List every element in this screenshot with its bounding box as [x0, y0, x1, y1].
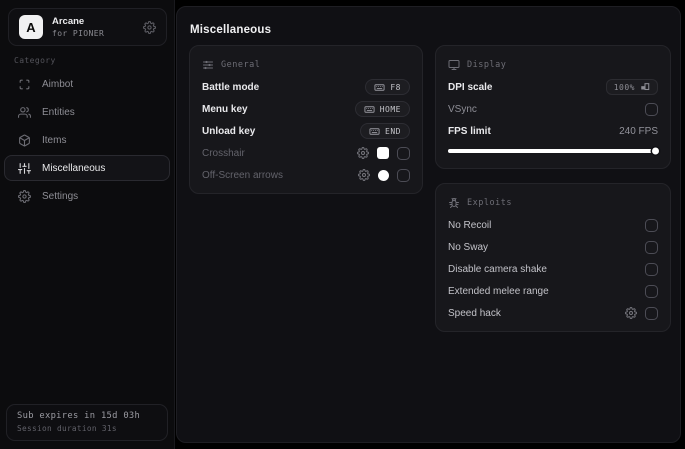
sidebar-item-settings[interactable]: Settings [4, 183, 170, 209]
column-right: Display DPI scale 100% VSync FPS limit 2… [435, 45, 671, 346]
gear-icon[interactable] [358, 169, 370, 181]
row-label: FPS limit [448, 125, 491, 137]
session-duration-text: Session duration 31s [17, 424, 117, 433]
unload-key-keybind[interactable]: END [360, 123, 410, 139]
sidebar-item-items[interactable]: Items [4, 127, 170, 153]
gear-icon[interactable] [357, 147, 369, 159]
row-label: Unload key [202, 125, 256, 137]
row-label: No Sway [448, 241, 489, 253]
row-menu-key: Menu key HOME [190, 98, 422, 120]
app-name: Arcane [52, 16, 85, 28]
crosshair-checkbox[interactable] [397, 146, 410, 160]
row-label: Menu key [202, 103, 248, 115]
slider-knob[interactable] [652, 147, 659, 155]
row-unload-key: Unload key END [190, 120, 422, 142]
crosshair-color-swatch[interactable] [377, 147, 389, 159]
keybind-value: F8 [390, 82, 401, 92]
sidebar-nav: Aimbot Entities Items Miscellaneous Sett… [4, 71, 170, 211]
column-left: General Battle mode F8 Menu key HOME Unl… [189, 45, 423, 208]
sidebar-item-miscellaneous[interactable]: Miscellaneous [4, 155, 170, 181]
row-label: No Recoil [448, 219, 492, 231]
brand-text: Arcane for PIONER [52, 16, 104, 38]
keybind-value: HOME [379, 104, 401, 114]
row-label: Off-Screen arrows [202, 169, 283, 181]
disable-camera-shake-checkbox[interactable] [645, 262, 658, 276]
panel-title-label: General [221, 60, 261, 70]
monitor-icon [448, 59, 460, 71]
sidebar: A Arcane for PIONER Category Aimbot Enti… [0, 0, 175, 449]
brand-card: A Arcane for PIONER [8, 8, 167, 46]
row-battle-mode: Battle mode F8 [190, 76, 422, 98]
bug-icon [448, 197, 460, 209]
keyboard-icon [364, 104, 375, 115]
panel-general-title: General [190, 51, 422, 76]
menu-key-keybind[interactable]: HOME [354, 101, 410, 117]
panel-exploits-title: Exploits [436, 189, 670, 214]
app-logo: A [19, 15, 43, 39]
row-fps-limit: FPS limit 240 FPS [436, 120, 670, 142]
keyboard-icon [369, 126, 380, 137]
fps-limit-slider[interactable] [448, 147, 659, 155]
offscreen-arrows-color-swatch[interactable] [378, 169, 389, 181]
row-label: DPI scale [448, 81, 493, 93]
row-no-sway: No Sway [436, 236, 670, 258]
sidebar-item-label: Miscellaneous [42, 162, 106, 174]
sidebar-item-entities[interactable]: Entities [4, 99, 170, 125]
sidebar-item-label: Aimbot [42, 78, 74, 90]
sidebar-item-label: Settings [42, 190, 79, 202]
no-recoil-checkbox[interactable] [645, 218, 658, 232]
fps-limit-value: 240 FPS [619, 125, 658, 137]
app-subtitle: for PIONER [52, 28, 105, 38]
dpi-scale-badge[interactable]: 100% [605, 79, 658, 95]
entities-icon [18, 106, 31, 119]
sidebar-item-label: Entities [42, 106, 75, 118]
keyboard-icon [374, 82, 385, 93]
row-label: Disable camera shake [448, 263, 547, 275]
slider-fill [448, 149, 654, 153]
row-offscreen-arrows: Off-Screen arrows [190, 164, 422, 186]
sliders-icon [18, 162, 31, 175]
row-dpi-scale: DPI scale 100% [436, 76, 670, 98]
row-label: Crosshair [202, 147, 245, 159]
panel-display: Display DPI scale 100% VSync FPS limit 2… [435, 45, 671, 169]
panel-display-title: Display [436, 51, 670, 76]
main-content: Miscellaneous General Battle mode F8 Men… [176, 6, 681, 443]
row-label: Speed hack [448, 307, 501, 319]
extended-melee-range-checkbox[interactable] [645, 284, 658, 298]
page-title: Miscellaneous [190, 24, 272, 36]
scale-icon [640, 82, 650, 92]
gear-icon[interactable] [625, 307, 637, 319]
no-sway-checkbox[interactable] [645, 240, 658, 254]
row-speed-hack: Speed hack [436, 302, 670, 324]
row-label: VSync [448, 103, 477, 115]
gear-icon [18, 189, 31, 203]
sidebar-item-aimbot[interactable]: Aimbot [4, 71, 170, 97]
panel-title-label: Exploits [467, 198, 512, 208]
keybind-value: END [385, 126, 401, 136]
panel-title-label: Display [467, 60, 507, 70]
row-no-recoil: No Recoil [436, 214, 670, 236]
row-crosshair: Crosshair [190, 142, 422, 164]
sliders-icon [202, 59, 214, 71]
row-label: Battle mode [202, 81, 260, 93]
box-icon [18, 134, 31, 147]
scan-icon [18, 78, 31, 91]
gear-icon[interactable] [143, 20, 156, 34]
row-disable-camera-shake: Disable camera shake [436, 258, 670, 280]
offscreen-arrows-checkbox[interactable] [397, 168, 410, 182]
category-label: Category [14, 56, 56, 65]
panel-exploits: Exploits No Recoil No Sway Disable camer… [435, 183, 671, 332]
row-label: Extended melee range [448, 285, 549, 297]
subscription-info: Sub expires in 15d 03h Session duration … [6, 404, 168, 441]
sub-expiry-text: Sub expires in 15d 03h [17, 411, 141, 421]
row-extended-melee-range: Extended melee range [436, 280, 670, 302]
sidebar-item-label: Items [42, 134, 67, 146]
panel-general: General Battle mode F8 Menu key HOME Unl… [189, 45, 423, 194]
row-vsync: VSync [436, 98, 670, 120]
speed-hack-checkbox[interactable] [645, 306, 658, 320]
battle-mode-keybind[interactable]: F8 [365, 79, 410, 95]
vsync-checkbox[interactable] [645, 102, 658, 116]
dpi-scale-value: 100% [613, 82, 635, 92]
